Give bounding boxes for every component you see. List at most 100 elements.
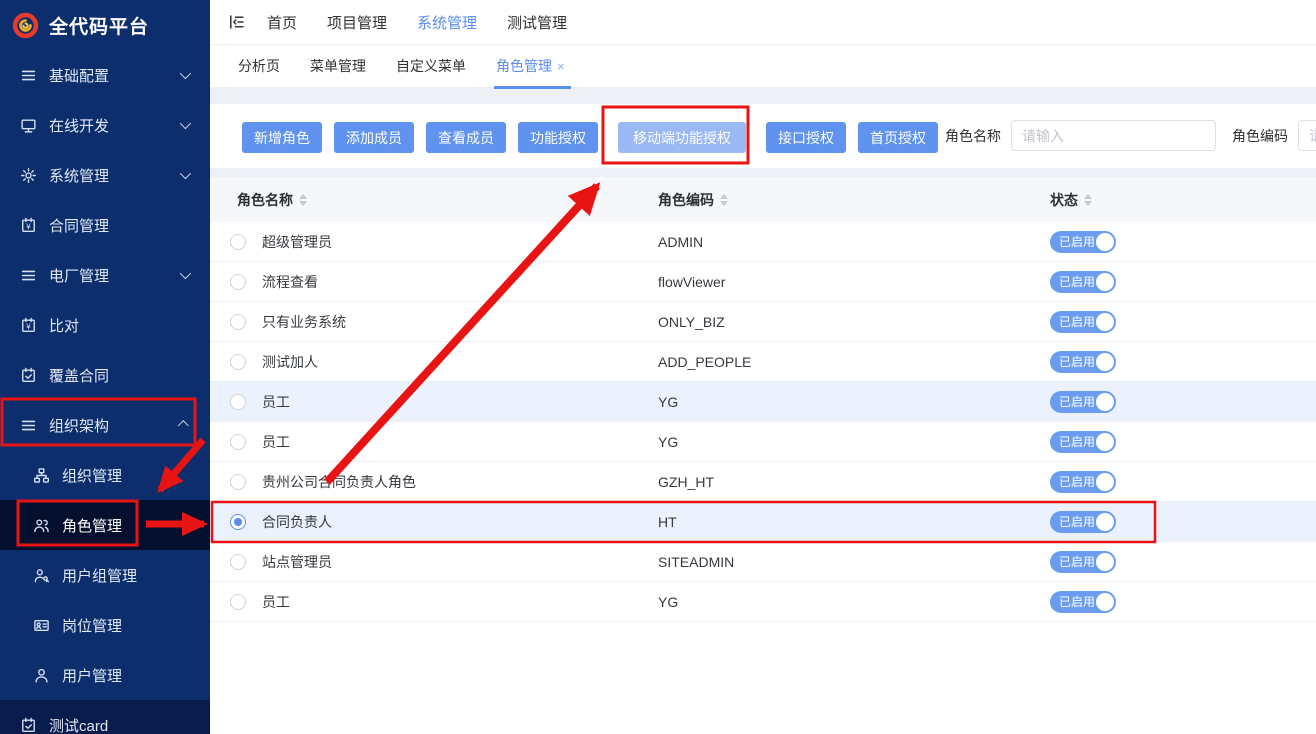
sidebar-item-7[interactable]: 组织架构: [0, 400, 210, 450]
sidebar-item-5[interactable]: ¥比对: [0, 300, 210, 350]
sidebar-item-sub-0[interactable]: 组织管理: [0, 450, 210, 500]
sidebar-item-0[interactable]: 基础配置: [0, 50, 210, 100]
status-label: 已启用: [1059, 433, 1095, 450]
sidebar-item-bottom[interactable]: 测试card: [0, 700, 210, 734]
sidebar-item-sub-4[interactable]: 用户管理: [0, 650, 210, 700]
table-row[interactable]: 测试加人ADD_PEOPLE已启用: [210, 342, 1316, 382]
row-radio[interactable]: [230, 394, 246, 410]
table-row[interactable]: 员工YG已启用: [210, 582, 1316, 622]
status-toggle-on[interactable]: 已启用: [1050, 431, 1116, 453]
toolbar-button-3[interactable]: 功能授权: [518, 122, 598, 153]
tab-bar: 分析页 菜单管理 自定义菜单 角色管理×: [210, 45, 1316, 89]
gear-icon: [20, 167, 37, 184]
table-row[interactable]: 站点管理员SITEADMIN已启用: [210, 542, 1316, 582]
tab-label: 菜单管理: [310, 56, 366, 76]
status-label: 已启用: [1059, 353, 1095, 370]
table-row[interactable]: 超级管理员ADMIN已启用: [210, 222, 1316, 262]
sidebar-item-label: 测试card: [49, 715, 108, 734]
toolbar-button-4[interactable]: 移动端功能授权: [618, 122, 746, 153]
toolbar-button-2[interactable]: 查看成员: [426, 122, 506, 153]
roles-icon: [33, 517, 50, 534]
status-toggle-on[interactable]: 已启用: [1050, 471, 1116, 493]
cell-role-code: ADD_PEOPLE: [658, 354, 1050, 370]
sidebar-item-3[interactable]: ¥合同管理: [0, 200, 210, 250]
status-toggle-on[interactable]: 已启用: [1050, 511, 1116, 533]
status-toggle-on[interactable]: 已启用: [1050, 591, 1116, 613]
table-row[interactable]: 只有业务系统ONLY_BIZ已启用: [210, 302, 1316, 342]
sidebar-item-2[interactable]: 系统管理: [0, 150, 210, 200]
topnav-item-1[interactable]: 项目管理: [322, 12, 392, 33]
status-toggle-on[interactable]: 已启用: [1050, 391, 1116, 413]
divider: [210, 168, 1316, 177]
row-radio[interactable]: [230, 554, 246, 570]
tab-2[interactable]: 自定义菜单: [396, 45, 466, 87]
tab-label: 分析页: [238, 56, 280, 76]
row-radio[interactable]: [230, 434, 246, 450]
table-row[interactable]: 合同负责人HT已启用: [210, 502, 1316, 542]
row-radio-selected[interactable]: [230, 514, 246, 530]
toolbar-button-1[interactable]: 添加成员: [334, 122, 414, 153]
row-radio[interactable]: [230, 354, 246, 370]
role-name-input[interactable]: [1011, 120, 1216, 151]
row-radio[interactable]: [230, 274, 246, 290]
column-header-role-code[interactable]: 角色编码: [658, 190, 1050, 210]
divider: [210, 89, 1316, 104]
cell-role-name: 员工: [262, 392, 658, 412]
row-radio[interactable]: [230, 474, 246, 490]
status-toggle-on[interactable]: 已启用: [1050, 351, 1116, 373]
toggle-knob: [1096, 433, 1114, 451]
status-toggle-on[interactable]: 已启用: [1050, 551, 1116, 573]
topnav-item-0[interactable]: 首页: [262, 12, 302, 33]
cell-role-name: 站点管理员: [262, 552, 658, 572]
tab-1[interactable]: 菜单管理: [310, 45, 366, 87]
sidebar-item-4[interactable]: 电厂管理: [0, 250, 210, 300]
cell-role-code: flowViewer: [658, 274, 1050, 290]
topnav-item-2[interactable]: 系统管理: [412, 12, 482, 33]
cell-role-name: 员工: [262, 432, 658, 452]
chevron-down-icon: [180, 118, 191, 129]
list-icon: [20, 417, 37, 434]
table-row[interactable]: 贵州公司合同负责人角色GZH_HT已启用: [210, 462, 1316, 502]
cell-role-code: YG: [658, 394, 1050, 410]
sidebar-item-6[interactable]: 覆盖合同: [0, 350, 210, 400]
calendar-check-icon: [20, 367, 37, 384]
toolbar-button-0[interactable]: 新增角色: [242, 122, 322, 153]
topnav-item-3[interactable]: 测试管理: [502, 12, 572, 33]
toggle-knob: [1096, 473, 1114, 491]
sidebar-item-1[interactable]: 在线开发: [0, 100, 210, 150]
row-radio[interactable]: [230, 234, 246, 250]
status-label: 已启用: [1059, 233, 1095, 250]
sidebar-item-label: 岗位管理: [62, 615, 122, 636]
row-radio[interactable]: [230, 314, 246, 330]
row-radio[interactable]: [230, 594, 246, 610]
user-icon: [33, 667, 50, 684]
cell-role-name: 超级管理员: [262, 232, 658, 252]
status-toggle-on[interactable]: 已启用: [1050, 271, 1116, 293]
tab-3[interactable]: 角色管理×: [496, 45, 565, 87]
status-toggle-on[interactable]: 已启用: [1050, 231, 1116, 253]
sidebar-item-label: 电厂管理: [49, 265, 109, 286]
close-icon[interactable]: ×: [557, 59, 565, 74]
sidebar-item-sub-3[interactable]: 岗位管理: [0, 600, 210, 650]
sidebar-item-sub-1[interactable]: 角色管理: [0, 500, 210, 550]
column-header-status[interactable]: 状态: [1050, 190, 1316, 210]
toolbar-button-5[interactable]: 接口授权: [766, 122, 846, 153]
table-row[interactable]: 员工YG已启用: [210, 422, 1316, 462]
tab-label: 自定义菜单: [396, 56, 466, 76]
menu-fold-icon[interactable]: [228, 13, 246, 31]
sidebar-item-sub-2[interactable]: 用户组管理: [0, 550, 210, 600]
sidebar-item-label: 用户管理: [62, 665, 122, 686]
column-header-role-name[interactable]: 角色名称: [237, 190, 658, 210]
contract-yen-icon: ¥: [20, 317, 37, 334]
sort-icon[interactable]: [720, 194, 728, 206]
table-row[interactable]: 流程查看flowViewer已启用: [210, 262, 1316, 302]
toggle-knob: [1096, 273, 1114, 291]
tab-0[interactable]: 分析页: [238, 45, 280, 87]
role-code-input[interactable]: [1298, 120, 1316, 151]
table-row[interactable]: 员工YG已启用: [210, 382, 1316, 422]
sort-icon[interactable]: [299, 194, 307, 206]
sort-icon[interactable]: [1084, 194, 1092, 206]
toolbar-button-6[interactable]: 首页授权: [858, 122, 938, 153]
status-toggle-on[interactable]: 已启用: [1050, 311, 1116, 333]
main-content: 首页项目管理系统管理测试管理 分析页 菜单管理 自定义菜单 角色管理× 新增角色添加成…: [210, 0, 1316, 734]
